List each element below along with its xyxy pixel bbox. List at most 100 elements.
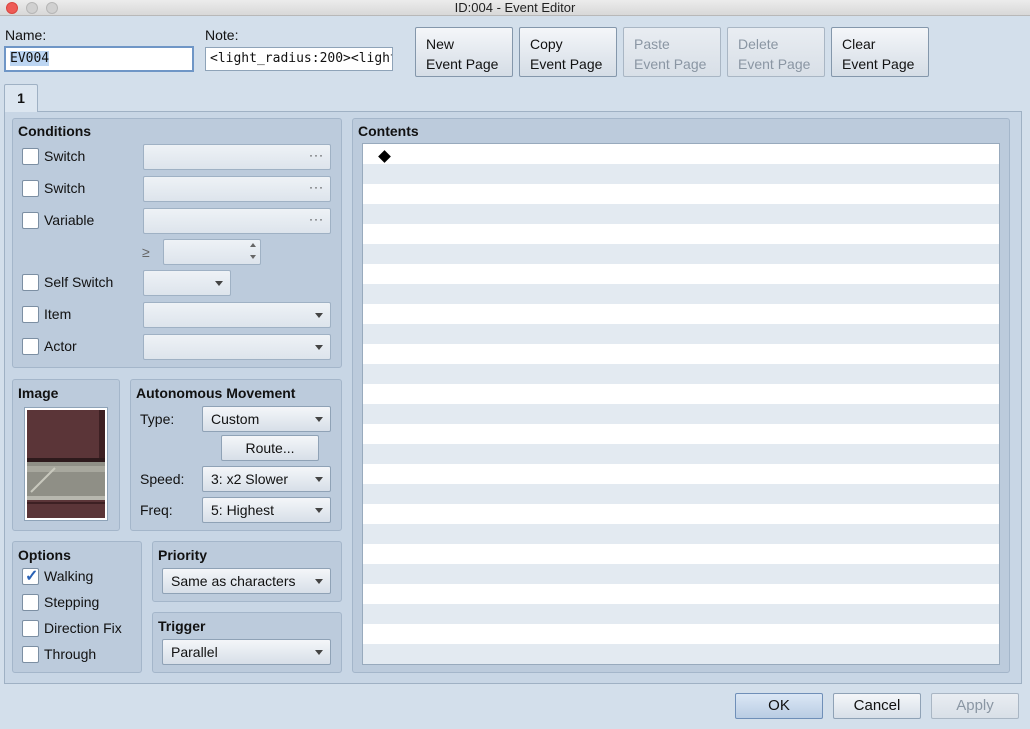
chevron-down-icon (315, 508, 323, 513)
trigger-value: Parallel (171, 644, 218, 660)
contents-row[interactable] (363, 404, 999, 424)
chevron-down-icon (315, 579, 323, 584)
walking-checkbox[interactable] (22, 566, 39, 586)
contents-row[interactable] (363, 444, 999, 464)
movement-speed-label: Speed: (140, 471, 185, 487)
direction-fix-label: Direction Fix (44, 620, 122, 636)
movement-type-value: Custom (211, 411, 260, 427)
ok-button[interactable]: OK (735, 693, 823, 719)
contents-row[interactable] (363, 144, 999, 164)
contents-row[interactable] (363, 564, 999, 584)
switch2-checkbox[interactable] (22, 180, 39, 197)
contents-row[interactable] (363, 604, 999, 624)
paste-event-page-button[interactable]: Paste Event Page (623, 27, 721, 77)
movement-title: Autonomous Movement (136, 385, 296, 401)
direction-fix-checkbox[interactable] (22, 620, 39, 637)
movement-speed-dropdown[interactable]: 3: x2 Slower (202, 466, 331, 492)
note-label: Note: (205, 27, 239, 43)
variable-value-spinner[interactable] (163, 239, 261, 265)
note-input[interactable]: <light_radius:200><light_c (205, 47, 393, 71)
new-event-page-label-2: Event Page (426, 56, 499, 72)
chevron-down-icon (315, 650, 323, 655)
self-switch-label: Self Switch (44, 274, 114, 290)
image-preview[interactable] (24, 407, 108, 521)
delete-event-page-button[interactable]: Delete Event Page (727, 27, 825, 77)
tab-page-1[interactable]: 1 (4, 84, 38, 112)
through-label: Through (44, 646, 97, 662)
contents-row[interactable] (363, 524, 999, 544)
contents-row[interactable] (363, 504, 999, 524)
item-checkbox[interactable] (22, 306, 39, 323)
actor-checkbox[interactable] (22, 338, 39, 355)
contents-row[interactable] (363, 264, 999, 284)
movement-freq-label: Freq: (140, 502, 173, 518)
contents-row[interactable] (363, 184, 999, 204)
contents-row[interactable] (363, 584, 999, 604)
switch1-label: Switch (44, 148, 86, 164)
trigger-dropdown[interactable]: Parallel (162, 639, 331, 665)
priority-dropdown[interactable]: Same as characters (162, 568, 331, 594)
stepping-label: Stepping (44, 594, 100, 610)
name-input[interactable]: EV004 (4, 46, 194, 72)
item-label: Item (44, 306, 72, 322)
item-dropdown[interactable] (143, 302, 331, 328)
cancel-button[interactable]: Cancel (833, 693, 921, 719)
chevron-down-icon (315, 417, 323, 422)
variable-field[interactable]: ··· (143, 208, 331, 234)
actor-label: Actor (44, 338, 77, 354)
stepping-checkbox[interactable] (22, 594, 39, 611)
spinner-down-icon[interactable] (250, 255, 256, 259)
walking-label: Walking (44, 568, 94, 584)
contents-list[interactable] (362, 143, 1000, 665)
copy-event-page-label-1: Copy (530, 36, 563, 52)
movement-type-label: Type: (140, 411, 175, 427)
contents-row[interactable] (363, 544, 999, 564)
conditions-title: Conditions (18, 123, 92, 139)
contents-row[interactable] (363, 204, 999, 224)
contents-row[interactable] (363, 344, 999, 364)
switch2-field[interactable]: ··· (143, 176, 331, 202)
switch1-field[interactable]: ··· (143, 144, 331, 170)
priority-value: Same as characters (171, 573, 296, 589)
clear-event-page-button[interactable]: Clear Event Page (831, 27, 929, 77)
contents-row[interactable] (363, 304, 999, 324)
contents-row[interactable] (363, 424, 999, 444)
contents-row[interactable] (363, 364, 999, 384)
gte-symbol: ≥ (142, 244, 150, 260)
movement-freq-dropdown[interactable]: 5: Highest (202, 497, 331, 523)
contents-row[interactable] (363, 624, 999, 644)
spinner-up-icon[interactable] (250, 243, 256, 247)
contents-row[interactable] (363, 324, 999, 344)
new-event-page-button[interactable]: New Event Page (415, 27, 513, 77)
contents-row[interactable] (363, 644, 999, 664)
paste-event-page-label-2: Event Page (634, 56, 707, 72)
variable-more-icon: ··· (309, 212, 324, 226)
contents-row[interactable] (363, 244, 999, 264)
self-switch-checkbox[interactable] (22, 274, 39, 291)
paste-event-page-label-1: Paste (634, 36, 670, 52)
switch1-more-icon: ··· (309, 148, 324, 162)
chevron-down-icon (215, 281, 223, 286)
chevron-down-icon (315, 477, 323, 482)
self-switch-dropdown[interactable] (143, 270, 231, 296)
contents-row[interactable] (363, 384, 999, 404)
contents-row[interactable] (363, 484, 999, 504)
contents-row[interactable] (363, 164, 999, 184)
name-value: EV004 (10, 51, 50, 66)
trigger-title: Trigger (158, 618, 206, 634)
variable-label: Variable (44, 212, 95, 228)
clear-event-page-label-2: Event Page (842, 56, 915, 72)
clear-event-page-label-1: Clear (842, 36, 876, 52)
actor-dropdown[interactable] (143, 334, 331, 360)
apply-button[interactable]: Apply (931, 693, 1019, 719)
contents-row[interactable] (363, 284, 999, 304)
route-button[interactable]: Route... (221, 435, 319, 461)
contents-row[interactable] (363, 224, 999, 244)
movement-type-dropdown[interactable]: Custom (202, 406, 331, 432)
contents-row[interactable] (363, 464, 999, 484)
copy-event-page-button[interactable]: Copy Event Page (519, 27, 617, 77)
switch1-checkbox[interactable] (22, 148, 39, 165)
through-checkbox[interactable] (22, 646, 39, 663)
variable-checkbox[interactable] (22, 212, 39, 229)
copy-event-page-label-2: Event Page (530, 56, 603, 72)
